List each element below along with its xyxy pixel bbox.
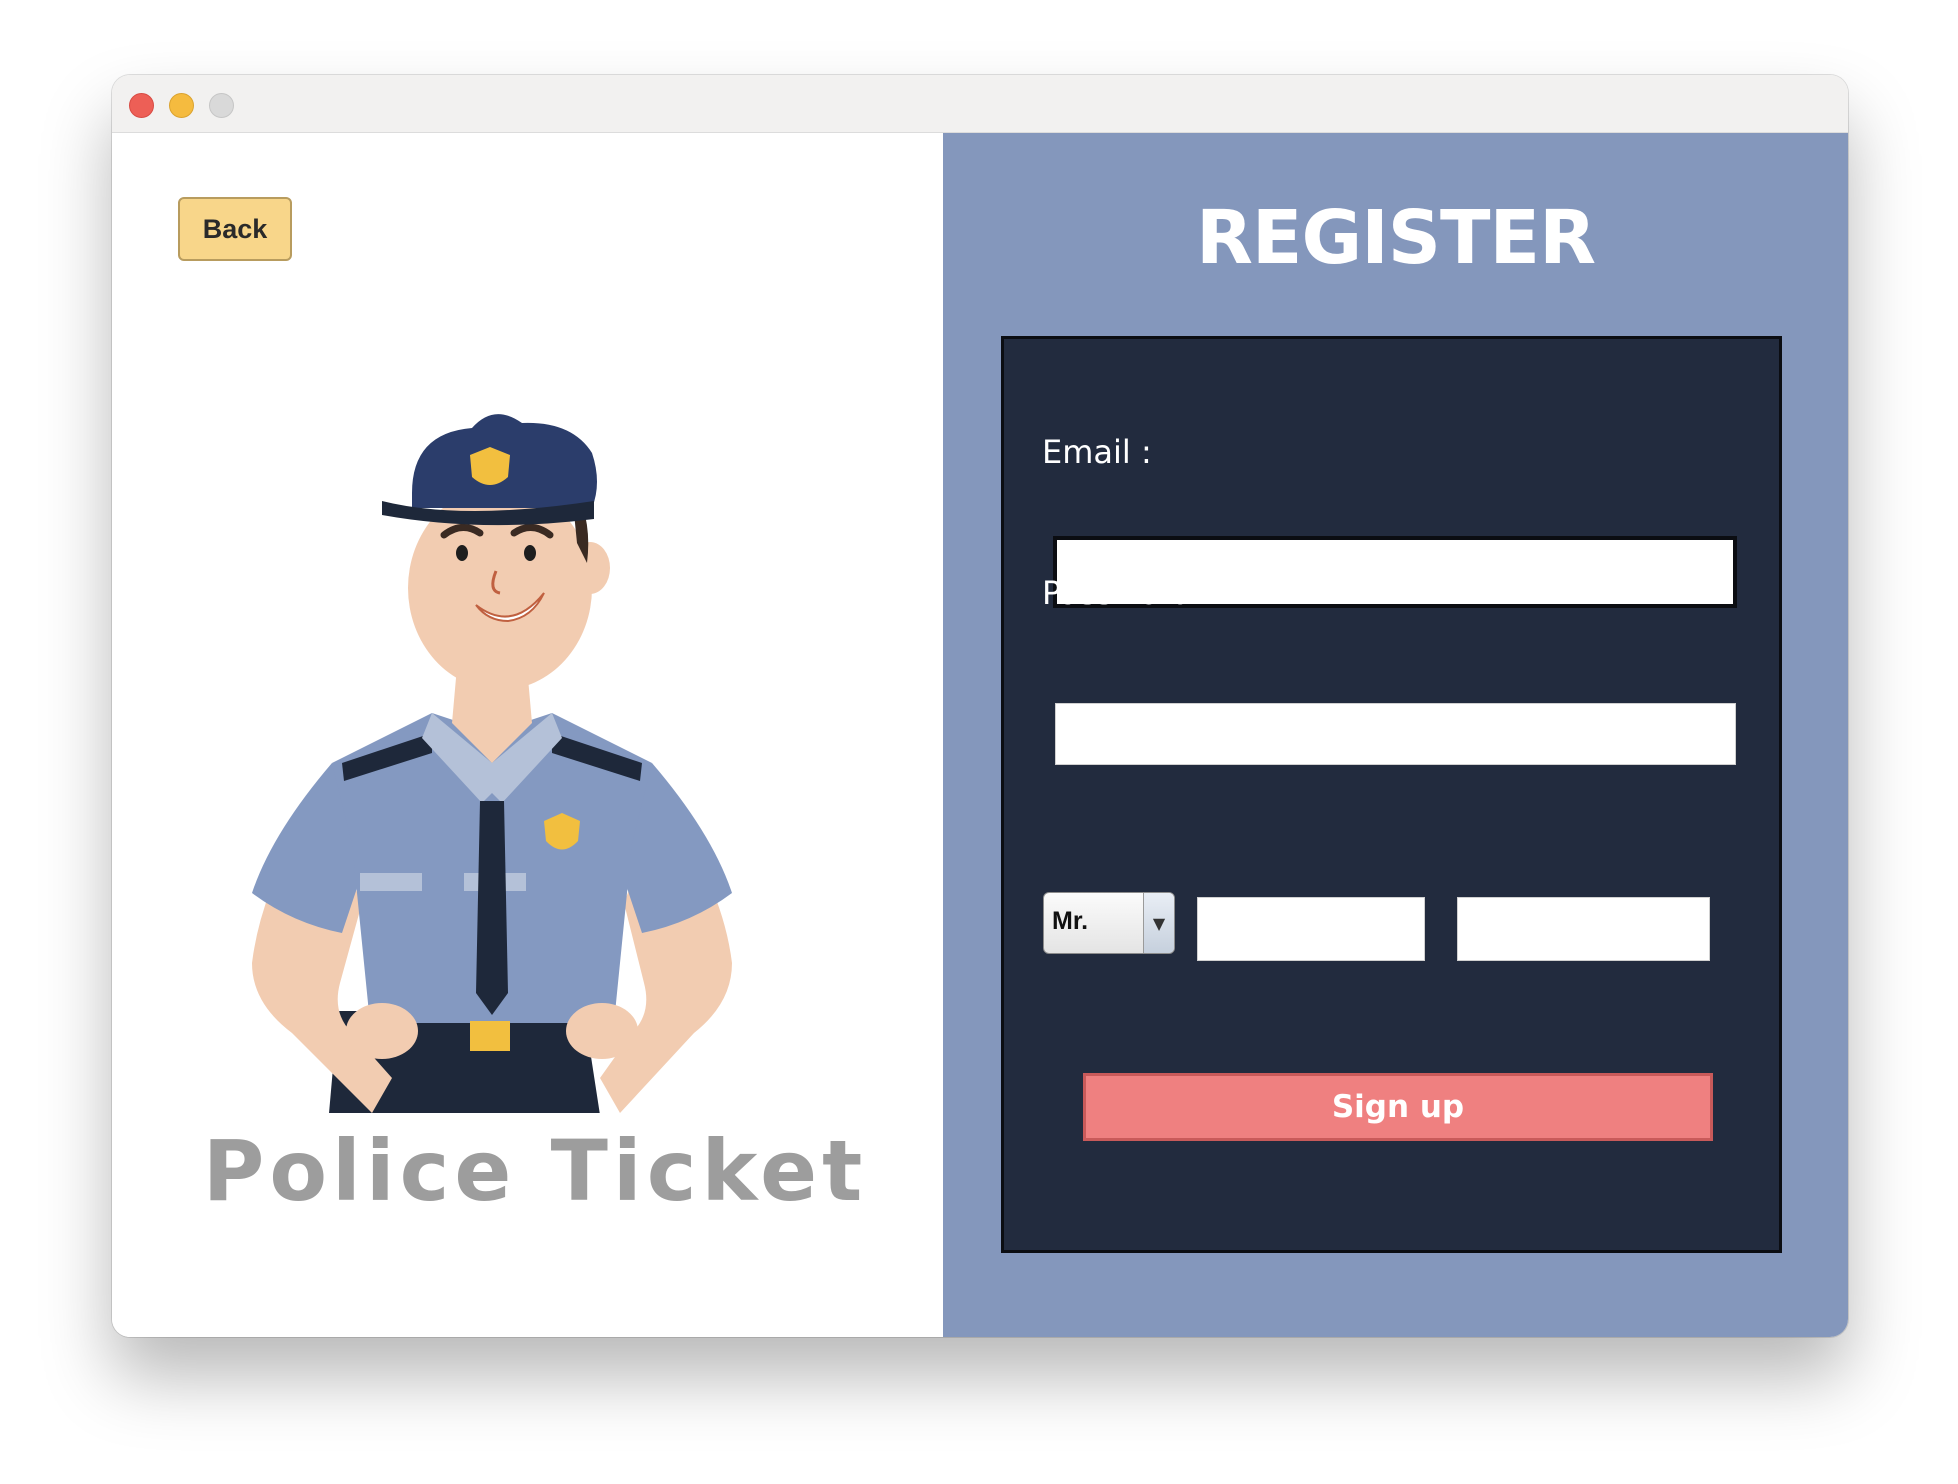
title-bar xyxy=(112,75,1848,133)
register-heading: REGISTER xyxy=(1195,195,1596,281)
back-button[interactable]: Back xyxy=(178,197,292,261)
title-select-value: Mr. xyxy=(1052,907,1089,935)
title-select[interactable]: Mr. ▼ xyxy=(1043,892,1175,954)
signup-button[interactable]: Sign up xyxy=(1083,1073,1713,1141)
first-name-label: First Name : xyxy=(1193,728,1386,766)
last-name-label: Last Name : xyxy=(1453,728,1646,766)
zoom-window-button[interactable] xyxy=(209,93,234,118)
app-window: Back Police Ticket REGISTER Email: Pass… xyxy=(112,75,1848,1337)
left-panel: Back Police Ticket xyxy=(112,133,943,1337)
minimize-window-button[interactable] xyxy=(169,93,194,118)
close-window-button[interactable] xyxy=(129,93,154,118)
register-form: Email : Password : First Name : Last Nam… xyxy=(1001,336,1782,1253)
chevron-down-icon[interactable]: ▼ xyxy=(1143,893,1174,953)
police-officer-illustration xyxy=(252,414,732,1113)
last-name-input[interactable] xyxy=(1457,897,1710,961)
app-name-title: Police Ticket xyxy=(202,1122,868,1220)
first-name-input[interactable] xyxy=(1197,897,1425,961)
email-label: Email : xyxy=(1042,433,1152,471)
register-panel: REGISTER Email : Password : First Name :… xyxy=(943,133,1848,1337)
password-label: Password : xyxy=(1042,574,1213,612)
